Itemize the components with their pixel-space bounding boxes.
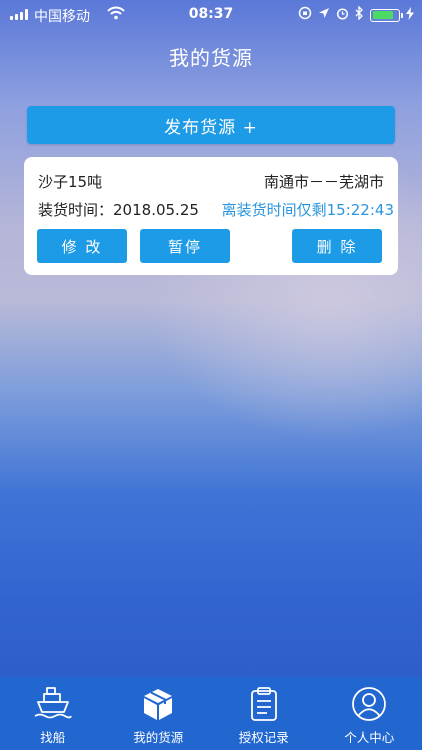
status-bar: 中国移动 08:37 <box>0 0 422 30</box>
tab-label: 我的货源 <box>133 730 184 745</box>
load-time-row: 装货时间：2018.05.25 <box>38 199 199 220</box>
edit-button[interactable]: 修 改 <box>37 229 127 263</box>
tab-personal-center[interactable]: 个人中心 <box>317 677 422 750</box>
tab-authorization-records[interactable]: 授权记录 <box>211 677 317 750</box>
charging-icon <box>406 6 414 24</box>
battery-icon <box>370 8 403 22</box>
location-icon <box>318 7 330 23</box>
tab-find-ship[interactable]: 找船 <box>0 677 106 750</box>
load-time-value: 2018.05.25 <box>113 201 199 219</box>
countdown-text: 离装货时间仅剩15:22:43 <box>221 201 394 219</box>
cargo-description: 沙子15吨 <box>38 173 103 191</box>
ship-icon <box>34 687 72 719</box>
alarm-icon <box>336 7 349 24</box>
user-icon <box>352 687 387 721</box>
tab-bar: 找船 我的货源 授权记录 个人中心 <box>0 677 422 750</box>
route-text: 南通市－－芜湖市 <box>263 173 384 191</box>
tab-label: 授权记录 <box>238 730 289 745</box>
bluetooth-icon <box>355 5 364 24</box>
box-icon <box>144 689 173 720</box>
load-time-label: 装货时间： <box>38 201 114 219</box>
rotation-lock-icon <box>298 6 312 24</box>
publish-cargo-button[interactable]: 发布货源 + <box>27 106 395 144</box>
delete-button[interactable]: 删 除 <box>292 229 382 263</box>
pause-button[interactable]: 暂停 <box>140 229 230 263</box>
tab-label: 找船 <box>40 730 66 745</box>
status-icons <box>298 5 414 24</box>
tab-my-cargo[interactable]: 我的货源 <box>106 677 212 750</box>
cargo-card: 沙子15吨 南通市－－芜湖市 装货时间：2018.05.25 离装货时间仅剩15… <box>24 157 398 275</box>
tab-label: 个人中心 <box>344 730 395 745</box>
page-title: 我的货源 <box>169 46 253 70</box>
clipboard-icon <box>250 687 277 721</box>
